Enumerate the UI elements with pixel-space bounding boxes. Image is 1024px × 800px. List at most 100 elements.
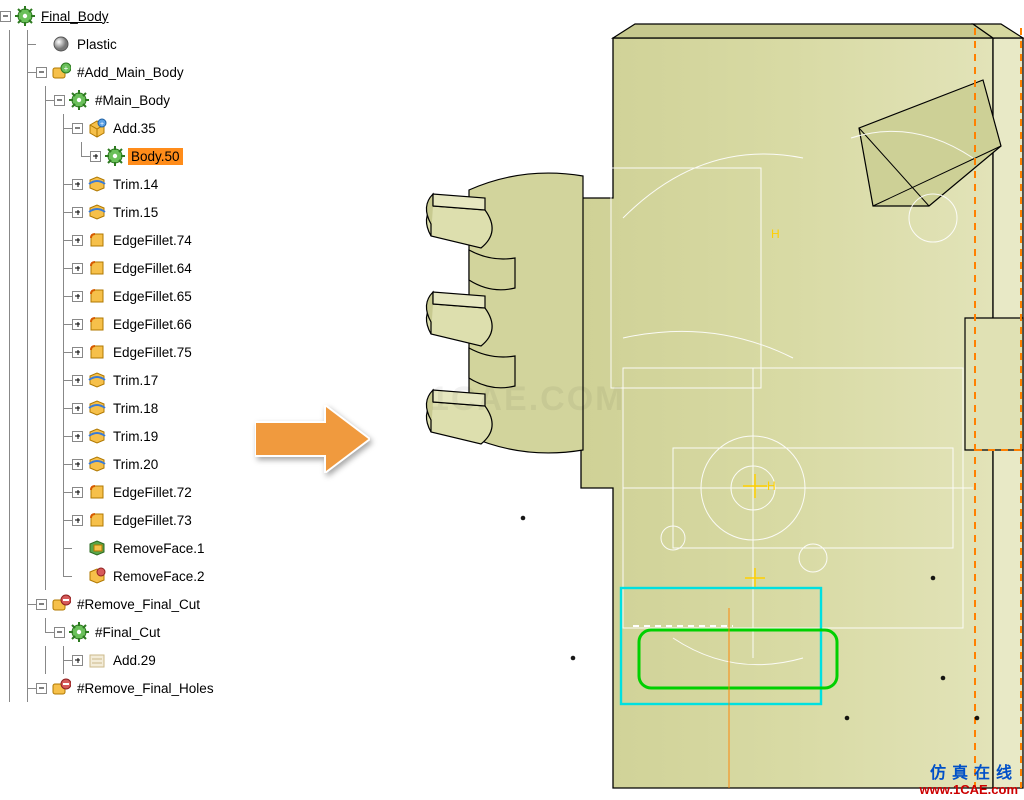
trim-icon: [87, 398, 107, 418]
expand-icon[interactable]: [72, 403, 83, 414]
tree-node-label[interactable]: Plastic: [74, 36, 120, 53]
fillet-icon: [87, 314, 107, 334]
trim-icon: [87, 202, 107, 222]
tree-node-label[interactable]: EdgeFillet.75: [110, 344, 195, 361]
expand-icon[interactable]: [72, 655, 83, 666]
svg-text:H: H: [771, 227, 780, 241]
collapse-icon[interactable]: [54, 627, 65, 638]
trim-icon: [87, 454, 107, 474]
expand-icon[interactable]: [72, 235, 83, 246]
tree-node[interactable]: Body.50: [0, 142, 255, 170]
svg-text:+: +: [100, 121, 104, 128]
body-right-ledge: [965, 318, 1023, 450]
tree-node[interactable]: #Main_Body: [0, 86, 255, 114]
tree-node[interactable]: Trim.19: [0, 422, 255, 450]
expand-icon[interactable]: [72, 347, 83, 358]
removeface-icon: [87, 538, 107, 558]
tree-node-label[interactable]: Trim.18: [110, 400, 161, 417]
fillet-icon: [87, 258, 107, 278]
fillet-icon: [87, 482, 107, 502]
svg-text:+: +: [64, 64, 69, 73]
tree-root[interactable]: Final_Body: [0, 2, 255, 30]
tree-node-label[interactable]: EdgeFillet.74: [110, 232, 195, 249]
collapse-icon[interactable]: [72, 123, 83, 134]
collapse-icon[interactable]: [0, 11, 11, 22]
tree-node[interactable]: Add.29: [0, 646, 255, 674]
tree-node[interactable]: EdgeFillet.74: [0, 226, 255, 254]
tree-node[interactable]: + #Add_Main_Body: [0, 58, 255, 86]
tree-node-label[interactable]: Trim.14: [110, 176, 161, 193]
tree-node-label[interactable]: RemoveFace.2: [110, 568, 208, 585]
tree-node[interactable]: #Final_Cut: [0, 618, 255, 646]
tree-node-label[interactable]: Trim.19: [110, 428, 161, 445]
expand-icon[interactable]: [72, 515, 83, 526]
feature-tree[interactable]: Final_Body Plastic + #Add_Main_Body #Main_B…: [0, 0, 255, 800]
expand-icon[interactable]: [72, 179, 83, 190]
expand-icon[interactable]: [72, 459, 83, 470]
tree-node-label[interactable]: Trim.15: [110, 204, 161, 221]
expand-icon[interactable]: [72, 319, 83, 330]
tree-root-label[interactable]: Final_Body: [38, 8, 112, 25]
tree-node[interactable]: RemoveFace.2: [0, 562, 255, 590]
expand-icon[interactable]: [90, 151, 101, 162]
remove-body-icon: [51, 678, 71, 698]
tree-node-label[interactable]: #Remove_Final_Holes: [74, 680, 217, 697]
collapse-icon[interactable]: [36, 683, 47, 694]
tree-node[interactable]: Trim.14: [0, 170, 255, 198]
tree-node[interactable]: #Remove_Final_Holes: [0, 674, 255, 702]
fillet-icon: [87, 230, 107, 250]
collapse-icon[interactable]: [54, 95, 65, 106]
tree-node-label[interactable]: #Remove_Final_Cut: [74, 596, 203, 613]
tree-node[interactable]: EdgeFillet.75: [0, 338, 255, 366]
tree-node-label[interactable]: RemoveFace.1: [110, 540, 208, 557]
tree-node[interactable]: EdgeFillet.72: [0, 478, 255, 506]
gear-green-icon: [15, 6, 35, 26]
expand-icon[interactable]: [72, 487, 83, 498]
tree-node-label[interactable]: Add.35: [110, 120, 159, 137]
expand-icon[interactable]: [72, 431, 83, 442]
fillet-icon: [87, 510, 107, 530]
expand-icon[interactable]: [72, 375, 83, 386]
gear-green-icon: [105, 146, 125, 166]
tree-node-label[interactable]: Body.50: [128, 148, 183, 165]
tree-node[interactable]: Trim.18: [0, 394, 255, 422]
collapse-icon[interactable]: [36, 67, 47, 78]
tree-node[interactable]: #Remove_Final_Cut: [0, 590, 255, 618]
tree-node[interactable]: EdgeFillet.65: [0, 282, 255, 310]
watermark-cn: 仿真在线: [920, 765, 1018, 783]
watermark-corner: 仿真在线 www.1CAE.com: [920, 765, 1018, 798]
collapse-icon[interactable]: [36, 599, 47, 610]
add-body-icon: +: [51, 62, 71, 82]
tree-node[interactable]: RemoveFace.1: [0, 534, 255, 562]
tree-node-label[interactable]: EdgeFillet.72: [110, 484, 195, 501]
expand-icon[interactable]: [72, 263, 83, 274]
tree-node-label[interactable]: EdgeFillet.66: [110, 316, 195, 333]
tree-node-label[interactable]: EdgeFillet.73: [110, 512, 195, 529]
tree-node[interactable]: EdgeFillet.66: [0, 310, 255, 338]
trim-icon: [87, 370, 107, 390]
expand-icon[interactable]: [72, 291, 83, 302]
tree-node[interactable]: Trim.20: [0, 450, 255, 478]
gear-green-icon: [69, 90, 89, 110]
trim-icon: [87, 174, 107, 194]
tree-node[interactable]: Trim.17: [0, 366, 255, 394]
remove-body-icon: [51, 594, 71, 614]
tree-node[interactable]: EdgeFillet.73: [0, 506, 255, 534]
tree-node-label[interactable]: EdgeFillet.65: [110, 288, 195, 305]
tree-node[interactable]: EdgeFillet.64: [0, 254, 255, 282]
tree-node-label[interactable]: EdgeFillet.64: [110, 260, 195, 277]
tree-node-label[interactable]: #Final_Cut: [92, 624, 163, 641]
tree-node-label[interactable]: #Main_Body: [92, 92, 173, 109]
tree-node-label[interactable]: Add.29: [110, 652, 159, 669]
tree-node-label[interactable]: #Add_Main_Body: [74, 64, 187, 81]
gear-green-icon: [69, 622, 89, 642]
tree-node[interactable]: Trim.15: [0, 198, 255, 226]
svg-text:H: H: [767, 479, 776, 493]
trim-icon: [87, 426, 107, 446]
fillet-icon: [87, 286, 107, 306]
tree-node[interactable]: Plastic: [0, 30, 255, 58]
tree-node-label[interactable]: Trim.20: [110, 456, 161, 473]
expand-icon[interactable]: [72, 207, 83, 218]
tree-node[interactable]: + Add.35: [0, 114, 255, 142]
tree-node-label[interactable]: Trim.17: [110, 372, 161, 389]
